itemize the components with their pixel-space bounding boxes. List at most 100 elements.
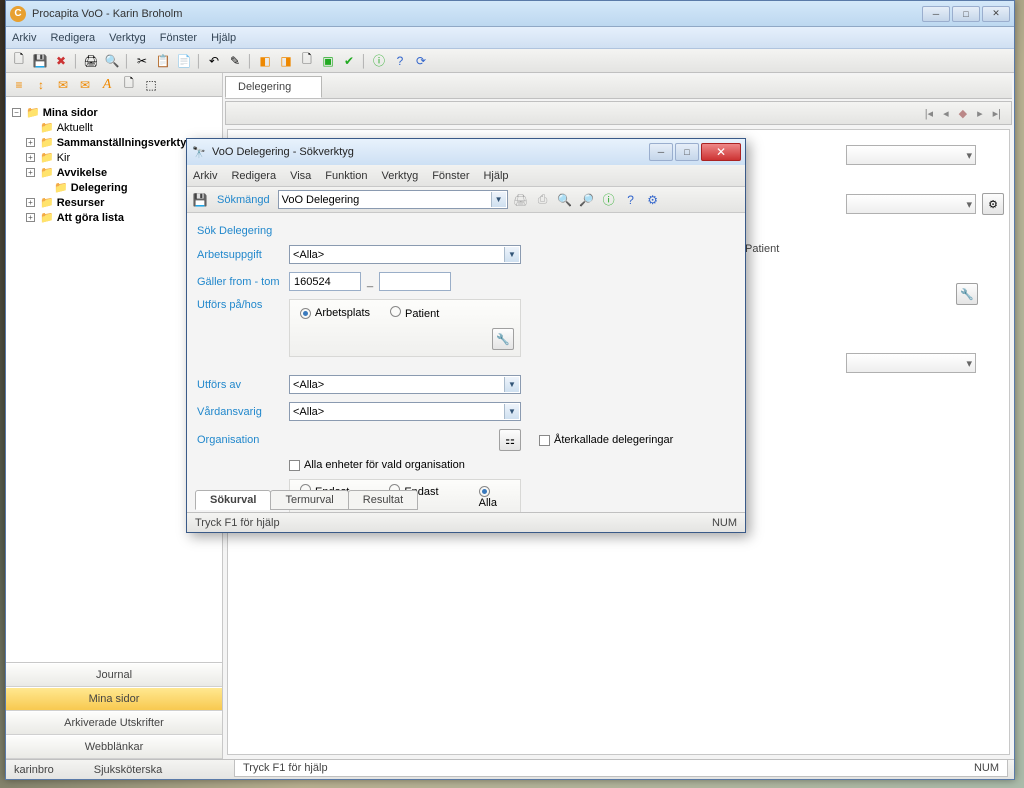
- vardansvarig-combo[interactable]: <Alla>▼: [289, 402, 521, 421]
- collapse-icon[interactable]: −: [12, 108, 21, 117]
- tab-sokurval[interactable]: Sökurval: [195, 490, 271, 510]
- dlg-filter-icon[interactable]: 🔎: [578, 191, 596, 209]
- dlg-menu-arkiv[interactable]: Arkiv: [193, 170, 217, 182]
- dialog-statusbar: Tryck F1 för hjälp NUM: [187, 512, 745, 532]
- dlg-menu-visa[interactable]: Visa: [290, 170, 311, 182]
- side-icon3[interactable]: ✉: [54, 76, 72, 94]
- side-icon1[interactable]: ≡: [10, 76, 28, 94]
- side-icon7[interactable]: ⬚: [142, 76, 160, 94]
- tool3-icon[interactable]: 🗋: [298, 52, 316, 70]
- side-icon5[interactable]: A: [98, 76, 116, 94]
- side-icon4[interactable]: ✉: [76, 76, 94, 94]
- search-icon[interactable]: 🔍: [103, 52, 121, 70]
- date-separator: _: [367, 276, 373, 288]
- cut-icon[interactable]: ✂: [133, 52, 151, 70]
- tool1-icon[interactable]: ◧: [256, 52, 274, 70]
- side-icon2[interactable]: ↕: [32, 76, 50, 94]
- dlg-export-icon[interactable]: ⎙: [534, 191, 552, 209]
- tool4-icon[interactable]: ▣: [319, 52, 337, 70]
- menu-arkiv[interactable]: Arkiv: [12, 32, 36, 44]
- expand-icon[interactable]: +: [26, 138, 35, 147]
- record-icon[interactable]: ◆: [959, 107, 967, 120]
- sokmangd-combo[interactable]: VoO Delegering▼: [278, 190, 508, 209]
- dlg-print-icon[interactable]: 🖨: [512, 191, 530, 209]
- close-button[interactable]: ✕: [982, 6, 1010, 22]
- dlg-status-help: Tryck F1 för hjälp: [195, 517, 712, 529]
- help-icon[interactable]: ?: [391, 52, 409, 70]
- far-combo-1[interactable]: ▾: [846, 145, 976, 165]
- dlg-menu-verktyg[interactable]: Verktyg: [382, 170, 419, 182]
- dlg-info-icon[interactable]: ⓘ: [600, 191, 618, 209]
- delete-icon[interactable]: ✖: [52, 52, 70, 70]
- expand-icon[interactable]: +: [26, 198, 35, 207]
- far-config-icon[interactable]: 🔧: [956, 283, 978, 305]
- expand-icon[interactable]: +: [26, 168, 35, 177]
- content-tabstrip: Delegering: [225, 75, 1012, 99]
- aterkallade-checkbox[interactable]: Återkallade delegeringar: [539, 434, 673, 446]
- far-tool-icon[interactable]: ⚙: [982, 193, 1004, 215]
- galler-tom-input[interactable]: [379, 272, 451, 291]
- maximize-button[interactable]: □: [952, 6, 980, 22]
- tab-delegering[interactable]: Delegering: [225, 76, 322, 98]
- alla-enheter-checkbox[interactable]: Alla enheter för vald organisation: [289, 459, 465, 471]
- minimize-button[interactable]: ─: [922, 6, 950, 22]
- far-combo-2[interactable]: ▾: [846, 194, 976, 214]
- dlg-help-icon[interactable]: ?: [622, 191, 640, 209]
- dlg-gear-icon[interactable]: ⚙: [644, 191, 662, 209]
- radio-alla[interactable]: Alla: [479, 485, 510, 509]
- new-icon[interactable]: 🗋: [10, 52, 28, 70]
- next-icon[interactable]: ▸: [977, 107, 983, 120]
- nav-webblankar[interactable]: Webblänkar: [6, 735, 222, 759]
- dlg-search-icon[interactable]: 🔍: [556, 191, 574, 209]
- utfors-tool-button[interactable]: 🔧: [492, 328, 514, 350]
- menu-verktyg[interactable]: Verktyg: [109, 32, 146, 44]
- nav-journal[interactable]: Journal: [6, 663, 222, 687]
- dlg-menu-hjalp[interactable]: Hjälp: [483, 170, 508, 182]
- print-icon[interactable]: 🖨: [82, 52, 100, 70]
- organisation-picker-button[interactable]: ⚏: [499, 429, 521, 451]
- radio-arbetsplats[interactable]: Arbetsplats: [300, 307, 370, 319]
- dialog-titlebar[interactable]: 🔭 VoO Delegering - Sökverktyg ─ □ ✕: [187, 139, 745, 165]
- menu-redigera[interactable]: Redigera: [50, 32, 95, 44]
- chevron-down-icon: ▼: [504, 377, 519, 392]
- tab-termurval[interactable]: Termurval: [270, 490, 348, 510]
- galler-from-input[interactable]: 160524: [289, 272, 361, 291]
- copy-icon[interactable]: 📋: [154, 52, 172, 70]
- sidebar-toolbar: ≡ ↕ ✉ ✉ A 🗋 ⬚: [6, 73, 222, 97]
- dlg-menu-fonster[interactable]: Fönster: [432, 170, 469, 182]
- first-icon[interactable]: |◂: [925, 107, 933, 120]
- side-icon6[interactable]: 🗋: [120, 76, 138, 94]
- tool2-icon[interactable]: ◨: [277, 52, 295, 70]
- menu-fonster[interactable]: Fönster: [160, 32, 197, 44]
- tab-resultat[interactable]: Resultat: [348, 490, 418, 510]
- last-icon[interactable]: ▸|: [993, 107, 1001, 120]
- save-icon[interactable]: 💾: [31, 52, 49, 70]
- dlg-menu-redigera[interactable]: Redigera: [231, 170, 276, 182]
- expand-icon[interactable]: +: [26, 153, 35, 162]
- paste-icon[interactable]: 📄: [175, 52, 193, 70]
- expand-icon[interactable]: +: [26, 213, 35, 222]
- dlg-menu-funktion[interactable]: Funktion: [325, 170, 367, 182]
- radio-patient[interactable]: Patient: [390, 306, 439, 320]
- utforsav-combo[interactable]: <Alla>▼: [289, 375, 521, 394]
- arbetsuppgift-combo[interactable]: <Alla>▼: [289, 245, 521, 264]
- prev-icon[interactable]: ◂: [943, 107, 949, 120]
- far-combo-3[interactable]: ▾: [846, 353, 976, 373]
- tree-root[interactable]: −📁Mina sidor: [12, 105, 218, 120]
- edit-icon[interactable]: ✎: [226, 52, 244, 70]
- menu-hjalp[interactable]: Hjälp: [211, 32, 236, 44]
- far-radio-patient[interactable]: Patient: [726, 243, 1004, 255]
- nav-mina-sidor[interactable]: Mina sidor: [6, 687, 222, 711]
- undo-icon[interactable]: ↶: [205, 52, 223, 70]
- tree-aktuellt[interactable]: 📁Aktuellt: [26, 120, 218, 135]
- dlg-save-icon[interactable]: 💾: [191, 191, 209, 209]
- dialog-close-button[interactable]: ✕: [701, 143, 741, 161]
- nav-arkiverade[interactable]: Arkiverade Utskrifter: [6, 711, 222, 735]
- dialog-minimize-button[interactable]: ─: [649, 143, 673, 161]
- tool5-icon[interactable]: ✔: [340, 52, 358, 70]
- dialog-maximize-button[interactable]: □: [675, 143, 699, 161]
- chevron-down-icon: ▼: [491, 192, 506, 207]
- about-icon[interactable]: ⟳: [412, 52, 430, 70]
- main-titlebar[interactable]: C Procapita VoO - Karin Broholm ─ □ ✕: [6, 1, 1014, 27]
- info-icon[interactable]: ⓘ: [370, 52, 388, 70]
